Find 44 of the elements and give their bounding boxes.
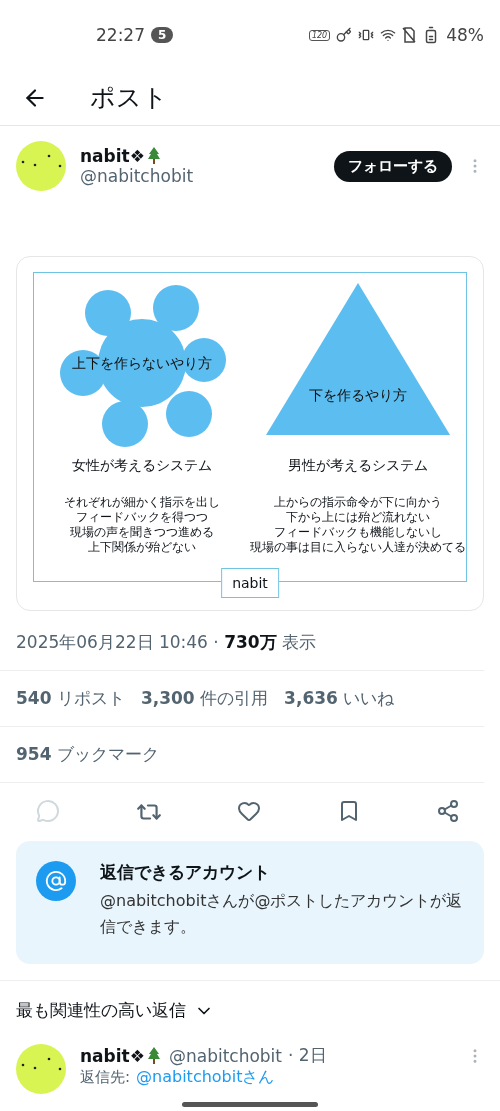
page-title: ポスト [90,82,168,114]
description-line: 現場の事は目に入らない人達が決めてる [250,540,466,555]
wifi-icon [380,27,397,43]
shape-label: 上下を作らないやり方 [71,355,213,373]
at-icon [36,861,76,901]
reply-author-name[interactable]: nabit❖ [80,1045,145,1066]
description-line: それぞれが細かく指示を出し [64,495,220,510]
reply-time: · 2日 [288,1044,327,1067]
no-sim-icon [402,27,417,43]
tree-icon [146,1046,161,1065]
share-icon[interactable] [436,799,460,825]
sort-dropdown[interactable]: 最も関連性の高い返信 [0,981,500,1040]
stat-link[interactable]: 3,300 件の引用 [140,687,269,710]
avatar-icon[interactable] [16,141,66,191]
description-line: 現場の声を聞きつつ進める [70,525,214,540]
shape-label: 下を作るやり方 [308,387,408,405]
notice-title: 返信できるアカウント [100,861,271,884]
bookmark-count[interactable]: 954 ブックマーク [16,743,159,766]
author-name[interactable]: nabit❖ [80,146,145,166]
notice-text: @nabitchobitさんが@ポストしたアカウントが返信できます。 [100,890,464,938]
caption-label: nabit [221,568,279,598]
author-handle[interactable]: @nabitchobit [80,166,320,186]
description-line: 上からの指示命令が下に向かう [274,495,442,510]
reply-handle[interactable]: @nabitchobit [168,1045,282,1066]
system-heading: 女性が考えるシステム [72,457,212,475]
image-card[interactable]: 上下を作らないやり方 女性が考えるシステム それぞれが細かく指示を出し フィードバックを得つつ 現場の声を聞きつつ進める 上下関係が殆どない 下を作るやり方 男性が考えるシステム 上からの指示命令が下に向かう 下から上には殆ど流れない フィードバックも機能しないし 現場の事は目に入らない人達が決めてる nabit [16,256,484,611]
post-timestamp: 2025年06月22日 10:46 · 730万 表示 [16,632,317,652]
follow-button[interactable]: フォローする [334,150,452,182]
description-line: 上下関係が殆どない [88,540,196,555]
stat-link[interactable]: 540 リポスト [16,687,125,710]
vibrate-icon [358,27,375,43]
stat-link[interactable]: 3,636 いいね [284,687,395,710]
notification-count: 5 [151,27,174,43]
battery-level: 48% [446,25,484,45]
avatar-icon[interactable] [16,1044,66,1094]
description-line: 下から上には殆ど流れない [286,510,430,525]
description-line: フィードバックも機能しないし [274,525,442,540]
clock: 22:27 [96,25,145,45]
description-line: フィードバックを得つつ [76,510,208,525]
key-icon [336,27,353,43]
refresh-rate-icon: 120 [308,29,331,41]
system-heading: 男性が考えるシステム [288,457,428,475]
tree-icon [146,147,161,165]
reply-to-label: 返信先: [80,1068,131,1087]
